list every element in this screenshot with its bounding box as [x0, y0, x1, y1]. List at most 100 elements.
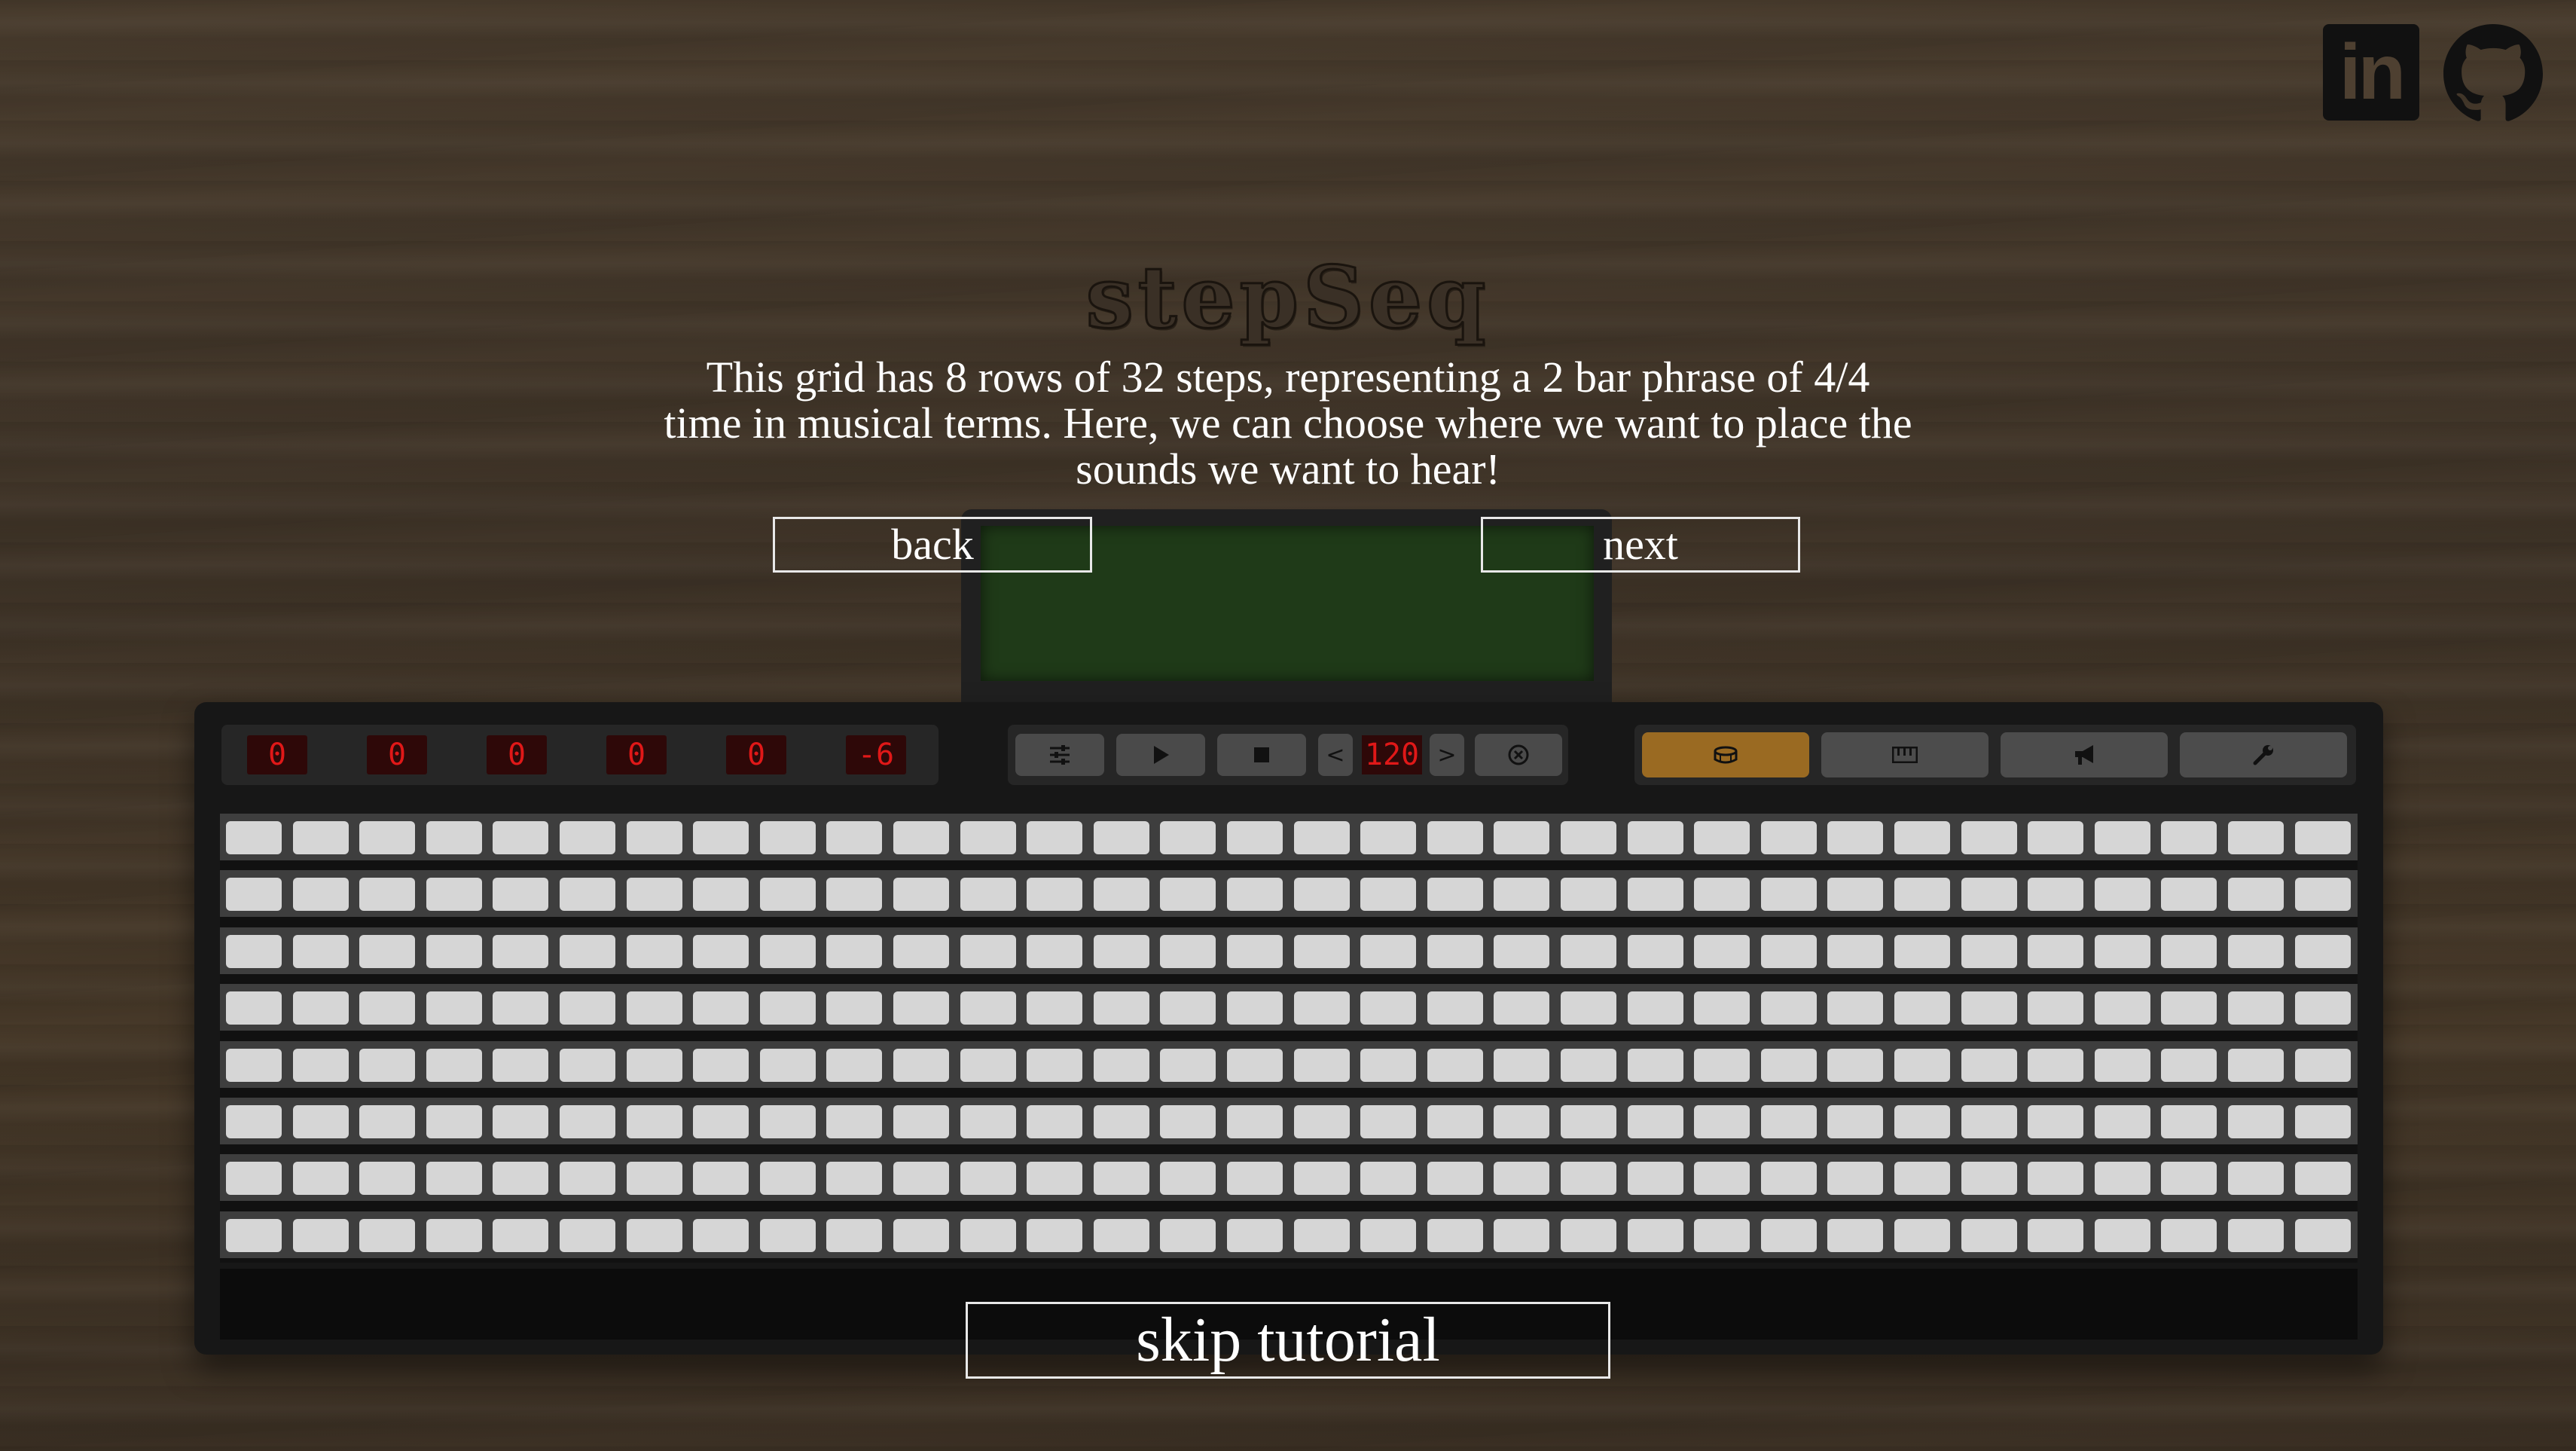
- step-pad[interactable]: [2028, 1162, 2084, 1196]
- step-pad[interactable]: [1827, 934, 1884, 968]
- step-pad[interactable]: [226, 934, 282, 968]
- step-pad[interactable]: [626, 821, 682, 854]
- step-pad[interactable]: [2228, 821, 2284, 854]
- step-pad[interactable]: [826, 878, 883, 912]
- step-pad[interactable]: [359, 934, 416, 968]
- step-pad[interactable]: [2294, 1218, 2351, 1252]
- step-pad[interactable]: [1427, 1218, 1483, 1252]
- step-pad[interactable]: [893, 878, 949, 912]
- step-pad[interactable]: [1627, 1162, 1683, 1196]
- step-pad[interactable]: [1027, 991, 1083, 1025]
- step-pad[interactable]: [359, 878, 416, 912]
- step-pad[interactable]: [693, 878, 749, 912]
- step-pad[interactable]: [1627, 1048, 1683, 1082]
- step-pad[interactable]: [1427, 1048, 1483, 1082]
- step-pad[interactable]: [1760, 1105, 1817, 1138]
- skip-tutorial-button[interactable]: skip tutorial: [966, 1302, 1610, 1379]
- step-pad[interactable]: [1027, 821, 1083, 854]
- step-pad[interactable]: [1093, 1105, 1149, 1138]
- step-pad[interactable]: [1760, 934, 1817, 968]
- step-pad[interactable]: [2094, 1105, 2150, 1138]
- step-pad[interactable]: [493, 1048, 549, 1082]
- step-pad[interactable]: [626, 1105, 682, 1138]
- step-pad[interactable]: [2028, 821, 2084, 854]
- step-pad[interactable]: [1027, 878, 1083, 912]
- step-pad[interactable]: [1293, 821, 1350, 854]
- step-pad[interactable]: [1961, 991, 2017, 1025]
- step-pad[interactable]: [1360, 1105, 1417, 1138]
- step-pad[interactable]: [2094, 821, 2150, 854]
- step-pad[interactable]: [560, 821, 615, 854]
- step-pad[interactable]: [626, 934, 682, 968]
- step-pad[interactable]: [1494, 934, 1550, 968]
- step-pad[interactable]: [2228, 934, 2284, 968]
- step-pad[interactable]: [226, 1105, 282, 1138]
- step-pad[interactable]: [493, 1162, 549, 1196]
- step-pad[interactable]: [1561, 1105, 1616, 1138]
- step-pad[interactable]: [359, 1048, 416, 1082]
- step-pad[interactable]: [1694, 1048, 1750, 1082]
- step-pad[interactable]: [1961, 1218, 2017, 1252]
- step-pad[interactable]: [1093, 1162, 1149, 1196]
- settings-button[interactable]: [1015, 734, 1104, 776]
- step-pad[interactable]: [226, 821, 282, 854]
- step-pad[interactable]: [1160, 934, 1216, 968]
- step-pad[interactable]: [1961, 1162, 2017, 1196]
- step-pad[interactable]: [1494, 1218, 1550, 1252]
- step-pad[interactable]: [759, 1048, 816, 1082]
- step-pad[interactable]: [2028, 1105, 2084, 1138]
- step-pad[interactable]: [693, 1162, 749, 1196]
- step-pad[interactable]: [1961, 821, 2017, 854]
- step-pad[interactable]: [2228, 1048, 2284, 1082]
- step-pad[interactable]: [1627, 934, 1683, 968]
- step-pad[interactable]: [826, 1105, 883, 1138]
- step-pad[interactable]: [493, 878, 549, 912]
- step-pad[interactable]: [1360, 821, 1417, 854]
- step-pad[interactable]: [1694, 1162, 1750, 1196]
- step-pad[interactable]: [1293, 1048, 1350, 1082]
- step-pad[interactable]: [2161, 1162, 2217, 1196]
- clear-button[interactable]: [1475, 734, 1562, 776]
- step-pad[interactable]: [1694, 991, 1750, 1025]
- step-pad[interactable]: [1827, 878, 1884, 912]
- step-pad[interactable]: [2228, 1105, 2284, 1138]
- step-pad[interactable]: [560, 878, 615, 912]
- step-pad[interactable]: [426, 1218, 482, 1252]
- step-pad[interactable]: [1160, 1048, 1216, 1082]
- step-pad[interactable]: [960, 1105, 1016, 1138]
- step-pad[interactable]: [493, 821, 549, 854]
- step-pad[interactable]: [960, 934, 1016, 968]
- next-button[interactable]: next: [1481, 517, 1800, 573]
- step-pad[interactable]: [1160, 1105, 1216, 1138]
- step-pad[interactable]: [560, 934, 615, 968]
- step-pad[interactable]: [2161, 821, 2217, 854]
- step-pad[interactable]: [1160, 878, 1216, 912]
- step-pad[interactable]: [1961, 1048, 2017, 1082]
- step-pad[interactable]: [1093, 821, 1149, 854]
- play-button[interactable]: [1116, 734, 1205, 776]
- step-pad[interactable]: [2294, 991, 2351, 1025]
- step-pad[interactable]: [2094, 1218, 2150, 1252]
- step-pad[interactable]: [1027, 1218, 1083, 1252]
- step-pad[interactable]: [2161, 1048, 2217, 1082]
- step-pad[interactable]: [2294, 878, 2351, 912]
- step-pad[interactable]: [1027, 1105, 1083, 1138]
- step-pad[interactable]: [1561, 991, 1616, 1025]
- step-pad[interactable]: [1093, 878, 1149, 912]
- step-pad[interactable]: [626, 1048, 682, 1082]
- step-pad[interactable]: [2161, 1105, 2217, 1138]
- step-pad[interactable]: [1427, 991, 1483, 1025]
- step-pad[interactable]: [493, 991, 549, 1025]
- step-pad[interactable]: [560, 1218, 615, 1252]
- step-pad[interactable]: [1427, 1105, 1483, 1138]
- step-pad[interactable]: [1494, 1105, 1550, 1138]
- step-pad[interactable]: [560, 991, 615, 1025]
- step-pad[interactable]: [292, 821, 349, 854]
- step-pad[interactable]: [1694, 934, 1750, 968]
- drums-mode-button[interactable]: [1642, 732, 1809, 777]
- step-pad[interactable]: [1494, 1048, 1550, 1082]
- step-pad[interactable]: [1894, 1218, 1950, 1252]
- step-pad[interactable]: [1160, 1162, 1216, 1196]
- fx-mode-button[interactable]: [2001, 732, 2168, 777]
- step-pad[interactable]: [359, 1162, 416, 1196]
